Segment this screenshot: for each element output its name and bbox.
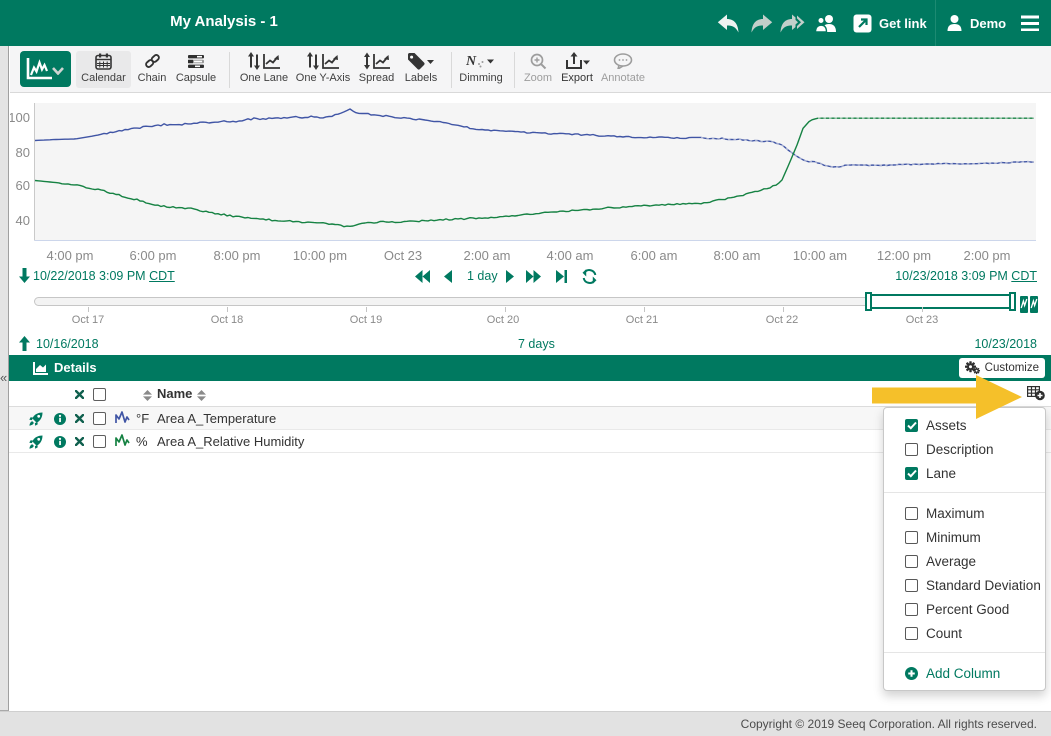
svg-text:6:00 pm: 6:00 pm [130,248,177,263]
svg-text:40: 40 [16,213,30,228]
svg-text:2:00 am: 2:00 am [464,248,511,263]
svg-text:4:00 pm: 4:00 pm [47,248,94,263]
svg-text:6:00 am: 6:00 am [631,248,678,263]
svg-text:8:00 am: 8:00 am [714,248,761,263]
svg-text:60: 60 [16,178,30,193]
svg-text:80: 80 [16,145,30,160]
svg-text:10:00 am: 10:00 am [793,248,847,263]
svg-text:12:00 pm: 12:00 pm [877,248,931,263]
svg-text:8:00 pm: 8:00 pm [214,248,261,263]
svg-text:4:00 am: 4:00 am [547,248,594,263]
svg-text:100: 100 [10,110,30,125]
svg-text:2:00 pm: 2:00 pm [964,248,1011,263]
svg-text:Oct 23: Oct 23 [384,248,422,263]
svg-text:10:00 pm: 10:00 pm [293,248,347,263]
svg-text:N: N [466,54,477,69]
